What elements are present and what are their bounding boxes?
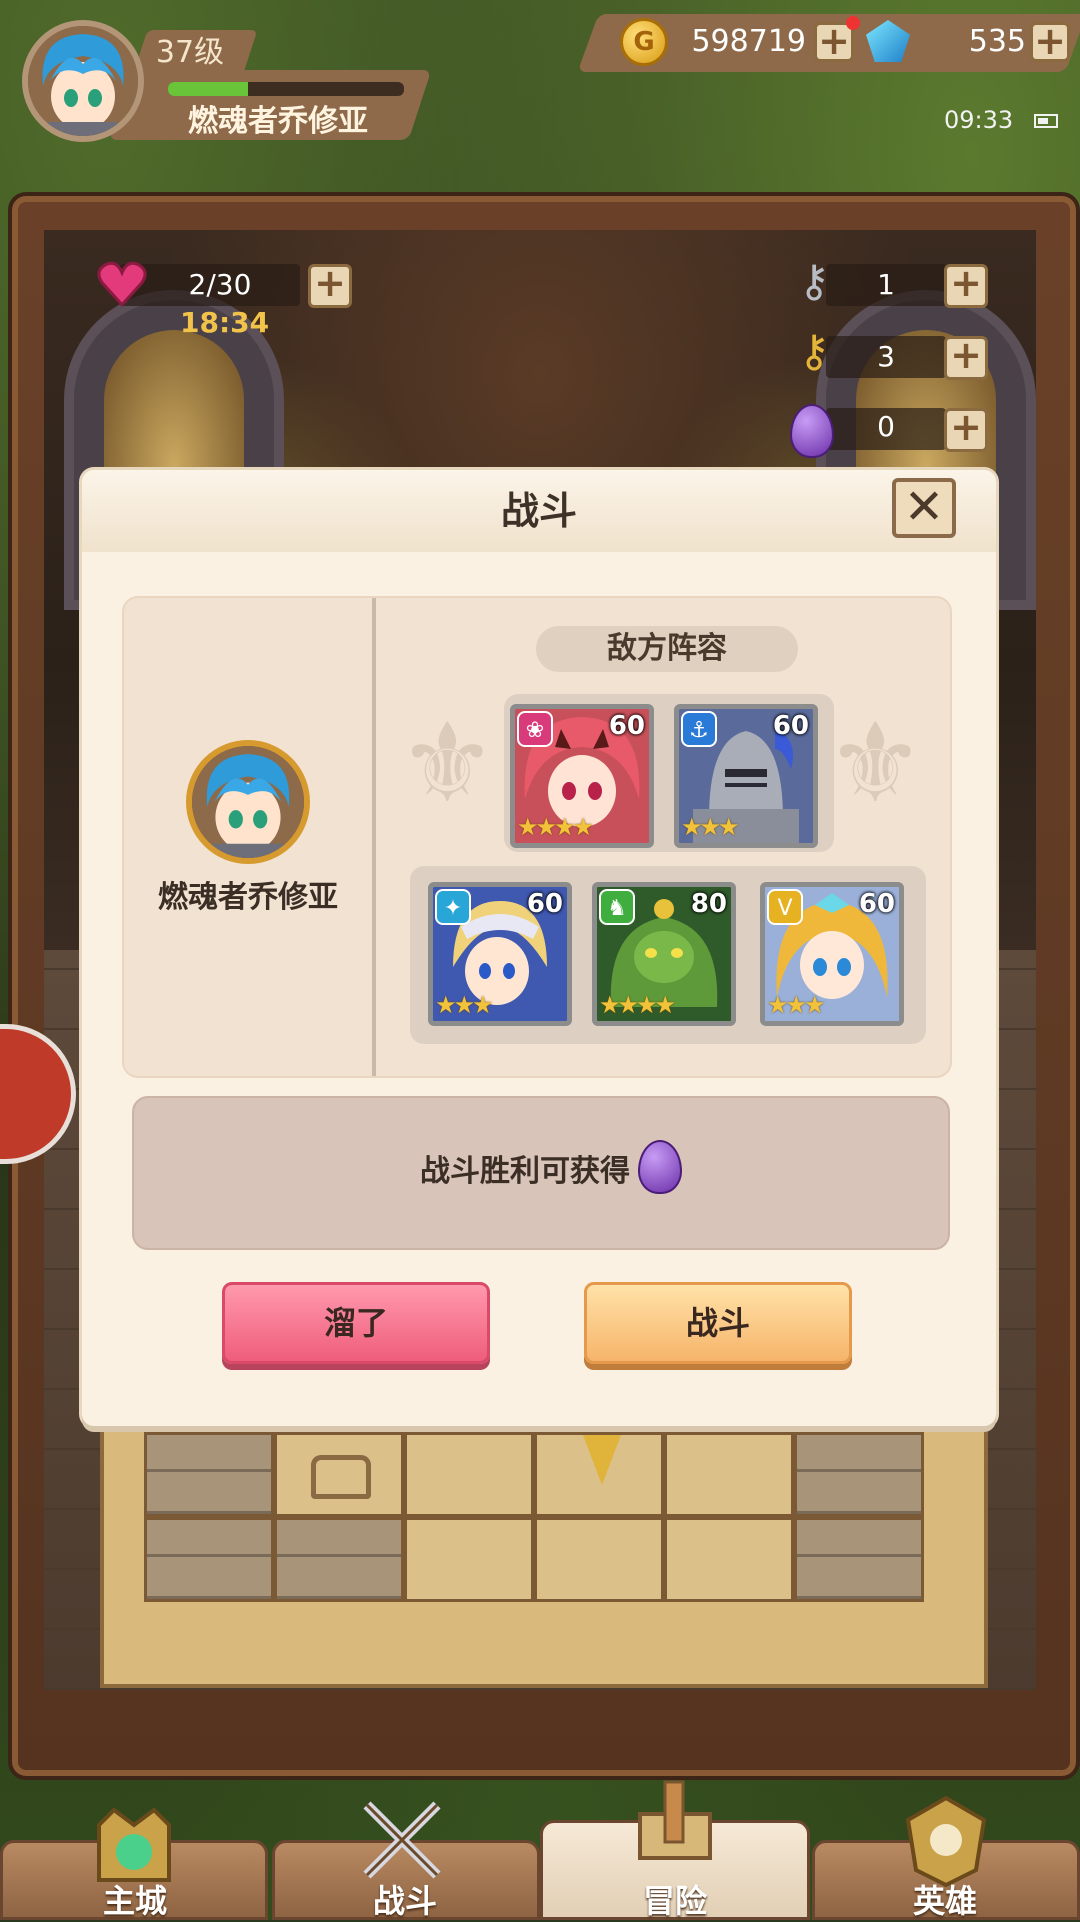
dungeon-map: [100, 1380, 988, 1688]
gem-amount: 535: [968, 24, 1026, 59]
enemy-level: 60: [608, 711, 645, 741]
close-button[interactable]: ✕: [892, 478, 956, 538]
player-name: 燃魂者乔修亚: [188, 104, 368, 139]
clock: 09:33: [944, 106, 1014, 134]
stamina-timer: 18:34: [180, 306, 270, 339]
tab-heroes-label: 英雄: [912, 1882, 977, 1920]
player-level: 37级: [155, 35, 225, 70]
enemy-card[interactable]: V 60 ★★★: [760, 882, 904, 1026]
gear-icon: ✦: [435, 889, 471, 925]
star-rating: ★★★★: [517, 813, 594, 841]
enemy-card[interactable]: ❀ 60 ★★★★: [510, 704, 654, 848]
enemy-level: 60: [858, 889, 895, 919]
enemy-level: 60: [772, 711, 809, 741]
hero-emblem-icon: [896, 1790, 996, 1890]
egg-reward-icon: [638, 1140, 682, 1194]
hero-portrait-small: [192, 746, 304, 858]
castle-icon: [84, 1790, 184, 1890]
add-stamina-button[interactable]: +: [308, 264, 352, 308]
add-gold-key-button[interactable]: +: [944, 336, 988, 380]
gold-amount: 598719: [691, 24, 806, 59]
crossed-swords-icon: [352, 1790, 452, 1890]
player-avatar-button[interactable]: [22, 20, 144, 142]
exp-bar: [168, 82, 404, 96]
scroll-map-icon: [625, 1774, 725, 1874]
stamina-count: 2/30: [188, 268, 252, 301]
egg-count: 0: [877, 410, 895, 443]
fight-button[interactable]: 战斗: [584, 1282, 852, 1364]
tab-battle-label: 战斗: [372, 1882, 437, 1920]
tab-main-city-label: 主城: [102, 1882, 167, 1920]
add-egg-button[interactable]: +: [944, 408, 988, 452]
add-silver-key-button[interactable]: +: [944, 264, 988, 308]
silver-key-count: 1: [877, 268, 895, 301]
tab-adventure-label: 冒险: [642, 1882, 707, 1920]
player-name-label: 燃魂者乔修亚: [158, 880, 338, 915]
enemy-level: 80: [690, 889, 727, 919]
fleur-de-lis-left-icon: ⚜: [398, 699, 497, 827]
gold-coin-icon: [620, 18, 668, 66]
hero-portrait: [28, 26, 138, 136]
notification-dot: [846, 16, 860, 30]
chevron-icon: V: [767, 889, 803, 925]
lotus-icon: ❀: [517, 711, 553, 747]
dialog-title: 战斗: [500, 489, 577, 533]
fight-button-label: 战斗: [685, 1304, 750, 1342]
player-portrait: [186, 740, 310, 864]
player-marker-cell[interactable]: [534, 1432, 664, 1517]
heart-icon: [97, 261, 147, 308]
panel-divider: [372, 598, 376, 1076]
chest-cell[interactable]: [274, 1432, 404, 1517]
gold-key-count: 3: [877, 340, 895, 373]
chest-icon: [311, 1455, 371, 1499]
reward-text: 战斗胜利可获得: [420, 1154, 630, 1189]
enemy-level: 60: [526, 889, 563, 919]
enemy-card[interactable]: ✦ 60 ★★★: [428, 882, 572, 1026]
enemy-card[interactable]: ♞ 80 ★★★★: [592, 882, 736, 1026]
star-rating: ★★★: [435, 991, 494, 1019]
egg-icon: [790, 404, 834, 458]
dragon-icon: ♞: [599, 889, 635, 925]
enemy-lineup-label: 敌方阵容: [607, 631, 727, 666]
fleur-de-lis-right-icon: ⚜: [826, 699, 925, 827]
anchor-icon: ⚓: [681, 711, 717, 747]
add-gems-button[interactable]: +: [1030, 22, 1070, 62]
flee-button[interactable]: 溜了: [222, 1282, 490, 1364]
enemy-card[interactable]: ⚓ 60 ★★★: [674, 704, 818, 848]
exp-fill: [168, 82, 249, 96]
star-rating: ★★★: [681, 813, 740, 841]
star-rating: ★★★: [767, 991, 826, 1019]
battery-icon: [1034, 114, 1058, 128]
flee-button-label: 溜了: [323, 1304, 388, 1342]
location-pin-icon: [583, 1435, 621, 1485]
star-rating: ★★★★: [599, 991, 676, 1019]
